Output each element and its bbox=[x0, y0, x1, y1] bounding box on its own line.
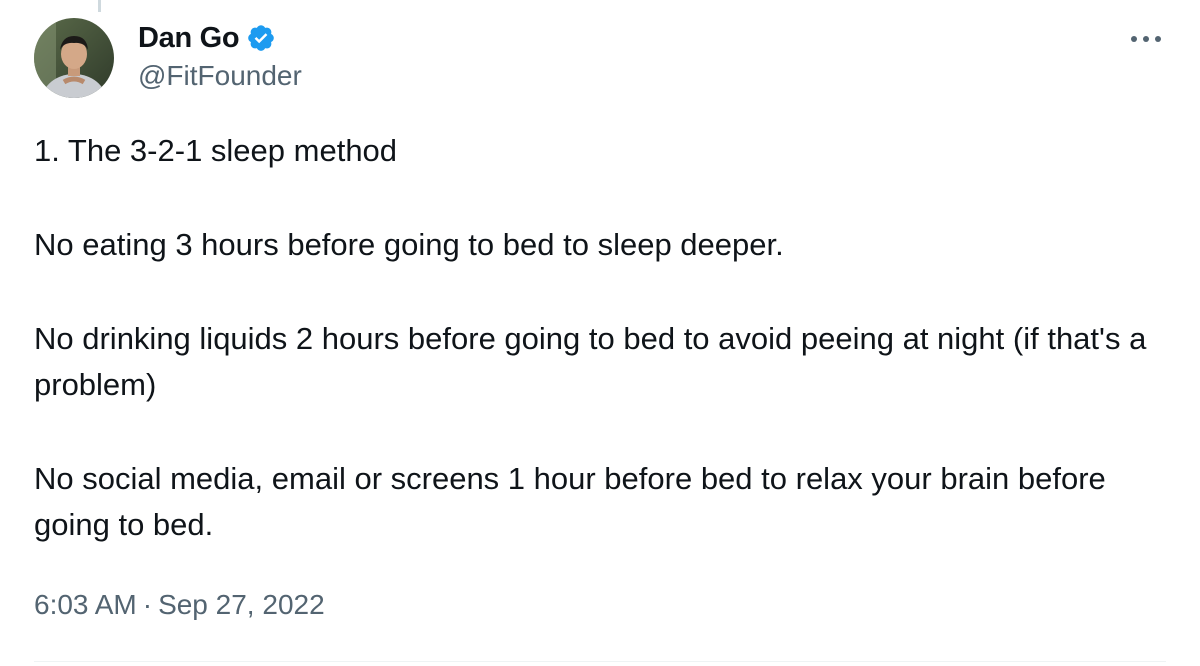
author-handle[interactable]: @FitFounder bbox=[138, 60, 302, 92]
divider bbox=[34, 661, 1166, 662]
tweet-line-liquids: No drinking liquids 2 hours before going… bbox=[34, 321, 1147, 402]
tweet-line-screens: No social media, email or screens 1 hour… bbox=[34, 461, 1106, 542]
author-display-name[interactable]: Dan Go bbox=[138, 22, 240, 55]
avatar[interactable] bbox=[34, 18, 114, 98]
tweet-timestamp[interactable]: 6:03 AM · Sep 27, 2022 bbox=[34, 589, 325, 621]
verified-badge-icon[interactable] bbox=[246, 23, 276, 53]
more-options-icon[interactable] bbox=[1128, 24, 1164, 54]
tweet-line-eating: No eating 3 hours before going to bed to… bbox=[34, 227, 784, 262]
thread-connector-line bbox=[98, 0, 101, 12]
tweet-line-title: 1. The 3-2-1 sleep method bbox=[34, 133, 398, 168]
timestamp-separator: · bbox=[142, 589, 153, 620]
tweet-date: Sep 27, 2022 bbox=[158, 589, 325, 620]
author-name-row: Dan Go bbox=[138, 18, 276, 58]
tweet-body: 1. The 3-2-1 sleep method No eating 3 ho… bbox=[34, 128, 1154, 548]
tweet-time: 6:03 AM bbox=[34, 589, 137, 620]
